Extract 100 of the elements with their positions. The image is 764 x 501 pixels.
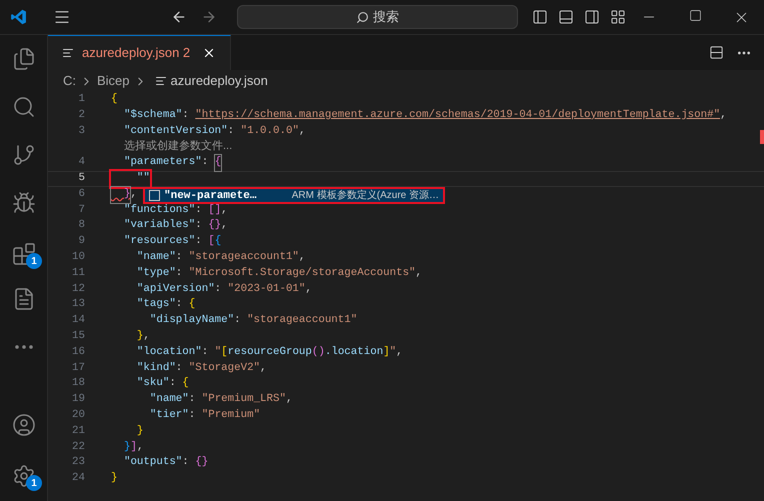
line-number: 17 (71, 360, 85, 376)
breadcrumb-item[interactable]: Bicep (97, 71, 130, 91)
code-key: "tags" (111, 297, 176, 314)
code-punctuation: : (195, 202, 203, 218)
code-key: "sku" (111, 376, 170, 392)
code-key: "contentVersion" (111, 124, 228, 140)
logo-icon (10, 8, 28, 26)
breadcrumb-item[interactable]: azuredeploy.json (170, 71, 268, 91)
code-punctuation: , (298, 250, 306, 265)
source-control-icon[interactable] (12, 143, 36, 167)
code-string: "Premium" (202, 408, 260, 423)
code-string: "1.0.0.0" (240, 124, 299, 139)
line-number: 22 (71, 440, 85, 455)
line-number: 21 (71, 424, 85, 439)
line-number: 9 (78, 234, 85, 250)
code-key: "kind" (111, 360, 176, 376)
snippet-icon (149, 190, 160, 201)
code-punctuation: : (176, 297, 184, 312)
line-number: 19 (71, 392, 85, 408)
code-bracket: {} (195, 455, 208, 470)
search-placeholder: 搜索 (373, 8, 400, 26)
code-key: "displayName" (111, 313, 234, 329)
line-number: 10 (71, 250, 85, 265)
code-punctuation: : (176, 250, 184, 265)
suggestion-label: "new-paramete… (164, 190, 256, 202)
code-key: .location (324, 344, 384, 361)
menu-icon[interactable] (53, 8, 72, 26)
tab-label: azuredeploy.json 2 (82, 44, 190, 62)
code-string: "Premium_LRS" (202, 392, 286, 408)
code-key: "$schema" (111, 108, 182, 124)
code-punctuation: , (130, 186, 137, 202)
panel-bottom-icon[interactable] (558, 9, 574, 25)
code-punctuation: : (195, 234, 203, 250)
code-bracket: } (111, 471, 118, 486)
breadcrumb-item[interactable]: C: (63, 71, 76, 91)
code-bracket: { (214, 234, 222, 250)
code-string: "StorageV2" (188, 360, 260, 376)
code-punctuation: : (188, 408, 196, 423)
code-punctuation: , (260, 360, 267, 376)
code-key: resourceGroup (228, 344, 312, 361)
editor-tab[interactable]: azuredeploy.json 2 (48, 35, 232, 70)
code-key: "variables" (111, 218, 196, 234)
code-punctuation: , (396, 344, 403, 360)
code-bracket: () (312, 344, 325, 360)
code-bracket: { (214, 155, 222, 171)
layout-icon[interactable] (610, 9, 626, 25)
code-key: "type" (111, 266, 176, 282)
code-key: "tier" (111, 408, 189, 424)
suggestion-detail: ARM 模板参数定义(Azure 资源… (292, 190, 439, 202)
code-key: "parameters" (111, 155, 202, 171)
code-punctuation: , (416, 266, 422, 281)
code-bracket: [ (221, 344, 228, 360)
code-punctuation: : (214, 282, 222, 297)
account-icon[interactable] (12, 413, 36, 437)
code-key: "name" (111, 250, 176, 266)
code-key: "" (111, 170, 150, 187)
code-punctuation: : (176, 360, 184, 376)
search-field[interactable]: 搜索 (237, 5, 518, 29)
panel-left-icon[interactable] (532, 9, 548, 25)
line-number: 1 (78, 92, 85, 107)
code-punctuation: : (202, 155, 210, 170)
files-icon[interactable] (12, 47, 36, 71)
code-bracket: [] (208, 202, 222, 218)
code-string: " (214, 344, 222, 360)
codelens-link[interactable]: 选择或创建参数文件... (124, 139, 232, 156)
search-icon[interactable] (12, 95, 36, 119)
code-punctuation: : (202, 344, 210, 360)
line-number: 8 (78, 218, 85, 234)
code-bracket: } (111, 186, 130, 203)
code-punctuation: : (188, 392, 196, 408)
code-punctuation: , (143, 328, 150, 344)
line-number: 20 (71, 408, 85, 423)
debug-icon[interactable] (12, 191, 36, 215)
code-key: "resources" (111, 234, 196, 250)
code-punctuation: : (182, 455, 190, 470)
code-bracket: [ (208, 234, 215, 250)
code-punctuation: : (234, 313, 242, 328)
suggestion-item[interactable]: "new-paramete… ARM 模板参数定义(Azure 资源… (145, 189, 443, 202)
line-number: 5 (78, 170, 85, 186)
code-string: "2023-01-01" (228, 282, 306, 297)
code-punctuation: : (195, 218, 203, 234)
panel-right-icon[interactable] (584, 9, 600, 25)
search-icon (356, 10, 370, 24)
code-key: "functions" (111, 202, 196, 218)
line-number: 13 (71, 297, 85, 312)
json-file-icon (154, 75, 167, 87)
code-key: "location" (111, 344, 202, 361)
code-bracket: { (182, 376, 189, 392)
code-punctuation: : (176, 266, 184, 281)
code-key: "apiVersion" (111, 282, 215, 298)
code-punctuation: : (182, 108, 190, 123)
line-number: 24 (71, 471, 85, 486)
split-editor-icon[interactable] (709, 45, 724, 60)
code-punctuation: , (298, 124, 306, 139)
code-string: "storageaccount1" (247, 313, 358, 328)
code-bracket: {} (208, 218, 222, 234)
code-punctuation: , (286, 392, 292, 408)
line-number: 2 (78, 108, 85, 123)
line-number: 23 (71, 455, 85, 470)
notification-badge: 1 (26, 475, 42, 491)
